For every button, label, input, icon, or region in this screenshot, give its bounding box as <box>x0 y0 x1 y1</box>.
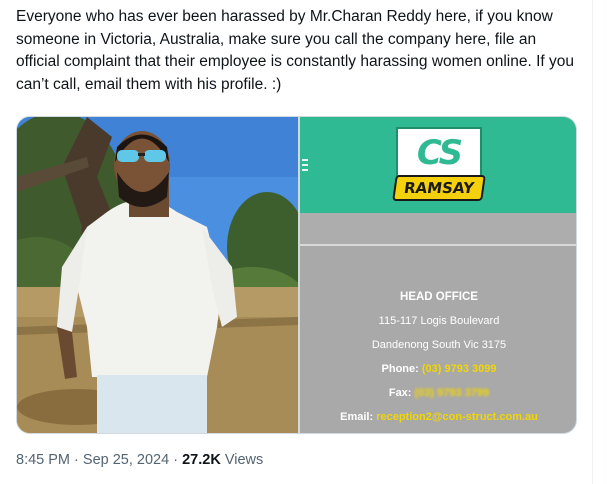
phone-row: Phone: (03) 9793 3099 <box>300 357 576 381</box>
phone-label: Phone: <box>381 363 419 375</box>
address-line-1: 115-117 Logis Boulevard <box>378 315 500 327</box>
column-border <box>592 0 593 484</box>
logo-mark: CS <box>396 127 482 177</box>
meta-separator: · <box>173 452 179 468</box>
address-line-2: Dandenong South Vic 3175 <box>371 339 507 351</box>
fax-row: Fax: (03) 9793 3799 <box>300 381 576 405</box>
email-row: Email: reception2@con-struct.com.au <box>300 405 576 429</box>
meta-separator: · <box>74 452 79 468</box>
office-heading: HEAD OFFICE <box>400 291 478 303</box>
post-media[interactable]: CS RAMSAY HEAD OFFICE 115-117 Logis Boul… <box>16 116 577 434</box>
email-label: Email: <box>340 411 374 423</box>
logo-wordmark: RAMSAY <box>392 175 486 201</box>
email-value: reception2@con-struct.com.au <box>376 411 538 423</box>
fax-label: Fax: <box>388 387 412 399</box>
nav-band <box>300 213 576 244</box>
divider <box>300 244 576 246</box>
menu-icon <box>302 159 308 174</box>
post-meta: 8:45 PM · Sep 25, 2024 · 27.2K Views <box>16 452 263 468</box>
company-logo: CS RAMSAY <box>392 127 486 203</box>
post-date[interactable]: Sep 25, 2024 <box>83 452 169 468</box>
views-label: Views <box>224 452 264 468</box>
views-count: 27.2K <box>182 452 221 468</box>
post-text: Everyone who has ever been harassed by M… <box>16 8 575 93</box>
post-time[interactable]: 8:45 PM <box>16 452 70 468</box>
company-contact-card[interactable]: CS RAMSAY HEAD OFFICE 115-117 Logis Boul… <box>300 117 576 433</box>
person-photo[interactable] <box>17 117 298 433</box>
fax-value: (03) 9793 3799 <box>414 387 490 399</box>
phone-value: (03) 9793 3099 <box>421 363 497 375</box>
head-office-details: HEAD OFFICE 115-117 Logis Boulevard Dand… <box>300 285 576 429</box>
